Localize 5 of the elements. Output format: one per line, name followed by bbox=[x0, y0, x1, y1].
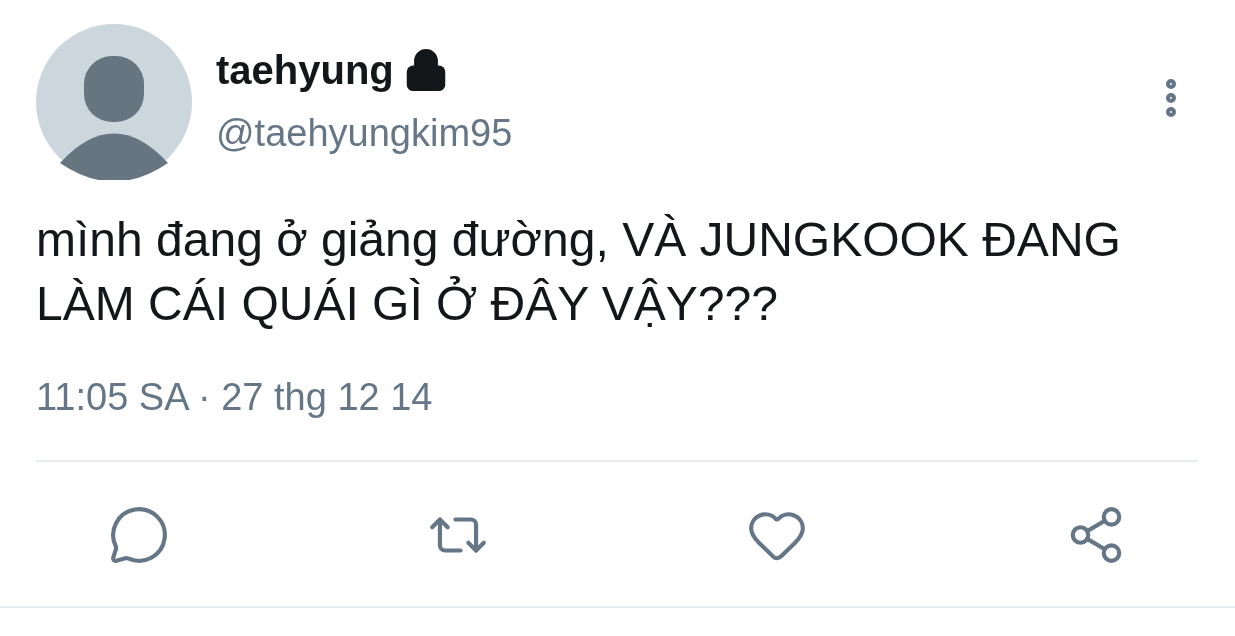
reply-icon[interactable] bbox=[108, 504, 170, 566]
user-handle: @taehyungkim95 bbox=[216, 111, 514, 156]
tweet-text: mình đang ở giảng đường, VÀ JUNGKOOK ĐANG LÀM CÁI QUÁI GÌ Ở ĐÂY VẬY??? bbox=[35, 212, 1122, 332]
user-name: taehyung bbox=[216, 47, 394, 94]
tweet-timestamp: 11:05 SA · 27 thg 12 14 bbox=[35, 375, 434, 420]
